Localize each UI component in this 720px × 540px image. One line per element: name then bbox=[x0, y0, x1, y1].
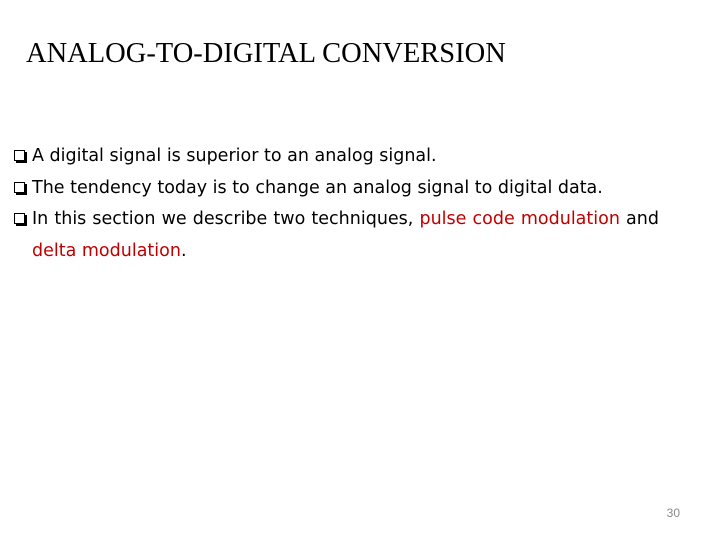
bullet-text: . bbox=[180, 240, 187, 261]
bullet-text: The tendency today is to change an analo… bbox=[32, 177, 603, 198]
highlight-delta-modulation: delta modulation bbox=[32, 240, 181, 261]
checkbox-square-icon bbox=[14, 150, 25, 161]
highlight-pulse-code-modulation: pulse code modulation bbox=[419, 209, 620, 229]
checkbox-square-icon bbox=[14, 213, 25, 224]
bullet-item: A digital signal is superior to an analo… bbox=[14, 141, 659, 173]
bullet-text: In this section we describe two techniqu… bbox=[32, 209, 420, 229]
bullet-item: The tendency today is to change an analo… bbox=[14, 173, 659, 205]
checkbox-square-icon bbox=[14, 181, 25, 193]
bullet-text: and bbox=[619, 209, 659, 229]
bullet-list: A digital signal is superior to an analo… bbox=[14, 141, 659, 267]
slide-title: ANALOG-TO-DIGITAL CONVERSION bbox=[26, 38, 506, 69]
bullet-item: In this section we describe two techniqu… bbox=[14, 204, 659, 267]
page-number: 30 bbox=[666, 506, 680, 520]
bullet-text: A digital signal is superior to an analo… bbox=[32, 146, 437, 166]
